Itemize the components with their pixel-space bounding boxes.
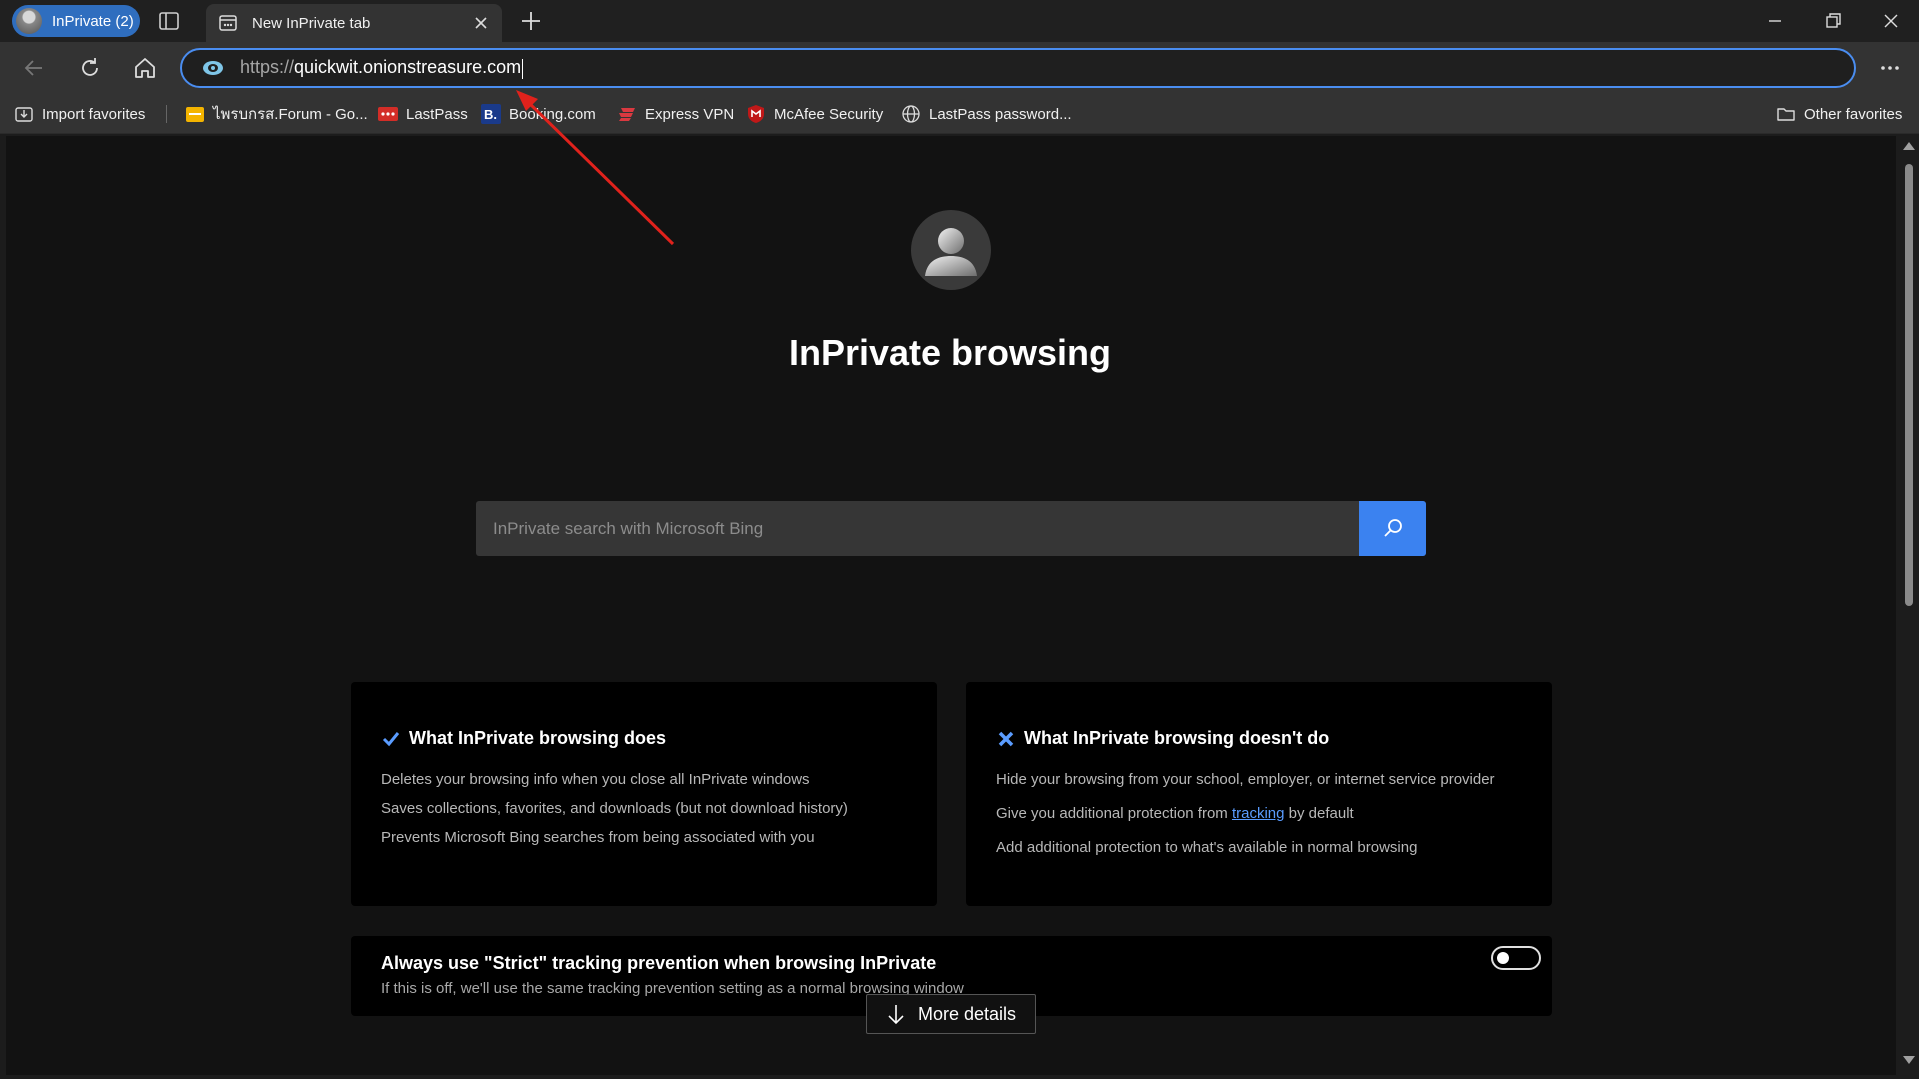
scroll-thumb[interactable] <box>1905 164 1913 606</box>
other-favorites-label: Other favorites <box>1804 105 1903 123</box>
strict-tracking-toggle[interactable] <box>1491 946 1541 970</box>
tab-new-inprivate[interactable]: New InPrivate tab <box>206 4 502 42</box>
tab-actions-icon[interactable] <box>158 10 180 32</box>
restore-icon[interactable] <box>1820 8 1846 34</box>
home-icon[interactable] <box>131 54 159 82</box>
page-title: InPrivate browsing <box>788 332 1112 373</box>
inprivate-tab-icon <box>218 13 238 33</box>
search-button[interactable] <box>1359 501 1426 556</box>
profile-label: InPrivate (2) <box>52 12 134 30</box>
more-options-icon[interactable] <box>1876 54 1904 82</box>
card-line: Add additional protection to what's avai… <box>996 839 1418 856</box>
page-scrollbar[interactable] <box>1898 136 1919 1079</box>
navigation-toolbar: https://quickwit.onionstreasure.com <box>0 42 1919 94</box>
card-line: Saves collections, favorites, and downlo… <box>381 800 848 817</box>
scroll-down-arrow-icon[interactable] <box>1903 1056 1915 1064</box>
import-favorites-button[interactable]: Import favorites <box>14 102 145 126</box>
lastpass-icon <box>378 104 398 124</box>
card-line: Give you additional protection from trac… <box>996 805 1552 822</box>
import-favorites-label: Import favorites <box>42 105 146 123</box>
favorite-expressvpn[interactable]: Express VPN <box>617 102 734 126</box>
minimize-icon[interactable] <box>1762 8 1788 34</box>
folder-yellow-icon <box>185 104 205 124</box>
card-line: Hide your browsing from your school, emp… <box>996 771 1495 788</box>
search-input[interactable] <box>476 501 1359 556</box>
url-scheme: https:// <box>240 57 295 78</box>
other-favorites-button[interactable]: Other favorites <box>1776 102 1902 126</box>
favorites-divider <box>166 105 167 123</box>
favorite-booking[interactable]: B. Booking.com <box>481 102 596 126</box>
card-heading-text: What InPrivate browsing doesn't do <box>1024 728 1330 748</box>
favorite-mcafee[interactable]: McAfee Security <box>746 102 883 126</box>
inprivate-profile-button[interactable]: InPrivate (2) <box>12 5 140 37</box>
scroll-up-arrow-icon[interactable] <box>1903 142 1915 150</box>
inprivate-site-icon <box>202 57 224 79</box>
inprivate-does-card: What InPrivate browsing does Deletes you… <box>351 682 937 906</box>
cross-icon <box>998 731 1014 746</box>
close-tab-icon[interactable] <box>470 12 492 34</box>
expressvpn-icon <box>617 104 637 124</box>
address-bar[interactable]: https://quickwit.onionstreasure.com <box>180 48 1856 88</box>
tab-title: New InPrivate tab <box>252 14 371 32</box>
more-details-button[interactable]: More details <box>866 994 1036 1034</box>
arrow-down-icon <box>888 1005 904 1025</box>
favorite-label: Booking.com <box>509 105 596 123</box>
favorite-label: LastPass password... <box>929 105 1072 123</box>
import-favorites-icon <box>14 104 34 124</box>
search-icon <box>1383 518 1402 537</box>
card-line-prefix: Give you additional protection from <box>996 805 1232 822</box>
inprivate-doesnt-card: What InPrivate browsing doesn't do Hide … <box>966 682 1552 906</box>
favorite-forum[interactable]: ไพรบกรส.Forum - Go... <box>185 102 368 126</box>
card-heading: What InPrivate browsing doesn't do <box>996 728 1552 749</box>
new-tab-icon[interactable] <box>518 8 544 34</box>
more-details-label: More details <box>917 1003 1017 1024</box>
title-bar: InPrivate (2) New InPrivate tab <box>0 0 1919 42</box>
inprivate-avatar-icon <box>911 210 991 290</box>
card-heading: What InPrivate browsing does <box>381 728 937 749</box>
globe-icon <box>901 104 921 124</box>
close-window-icon[interactable] <box>1878 8 1904 34</box>
favorite-label: McAfee Security <box>774 105 884 123</box>
card-line-suffix: by default <box>1284 805 1354 822</box>
favorite-lastpass-password[interactable]: LastPass password... <box>901 102 1072 126</box>
back-arrow-icon[interactable] <box>20 54 48 82</box>
bing-search-box <box>476 501 1426 556</box>
favorite-label: LastPass <box>406 105 468 123</box>
card-line: Prevents Microsoft Bing searches from be… <box>381 829 815 846</box>
booking-icon: B. <box>481 104 501 124</box>
toggle-knob <box>1497 952 1509 964</box>
text-caret <box>522 58 524 79</box>
svg-text:B.: B. <box>484 107 497 122</box>
checkmark-icon <box>382 731 400 746</box>
card-heading-text: What InPrivate browsing does <box>409 728 667 748</box>
card-line: Deletes your browsing info when you clos… <box>381 771 810 788</box>
profile-avatar-icon <box>16 8 42 34</box>
favorite-label: Express VPN <box>645 105 735 123</box>
favorite-lastpass[interactable]: LastPass <box>378 102 468 126</box>
url-text[interactable]: https://quickwit.onionstreasure.com <box>240 57 524 79</box>
refresh-icon[interactable] <box>76 54 104 82</box>
url-host: quickwit.onionstreasure.com <box>294 57 522 78</box>
tracking-link[interactable]: tracking <box>1232 805 1285 822</box>
mcafee-icon <box>746 104 766 124</box>
favorite-label: ไพรบกรส.Forum - Go... <box>213 106 368 123</box>
strict-tracking-title: Always use "Strict" tracking prevention … <box>381 953 937 973</box>
favorites-bar: Import favorites ไพรบกรส.Forum - Go... L… <box>0 94 1919 134</box>
folder-icon <box>1776 104 1796 124</box>
